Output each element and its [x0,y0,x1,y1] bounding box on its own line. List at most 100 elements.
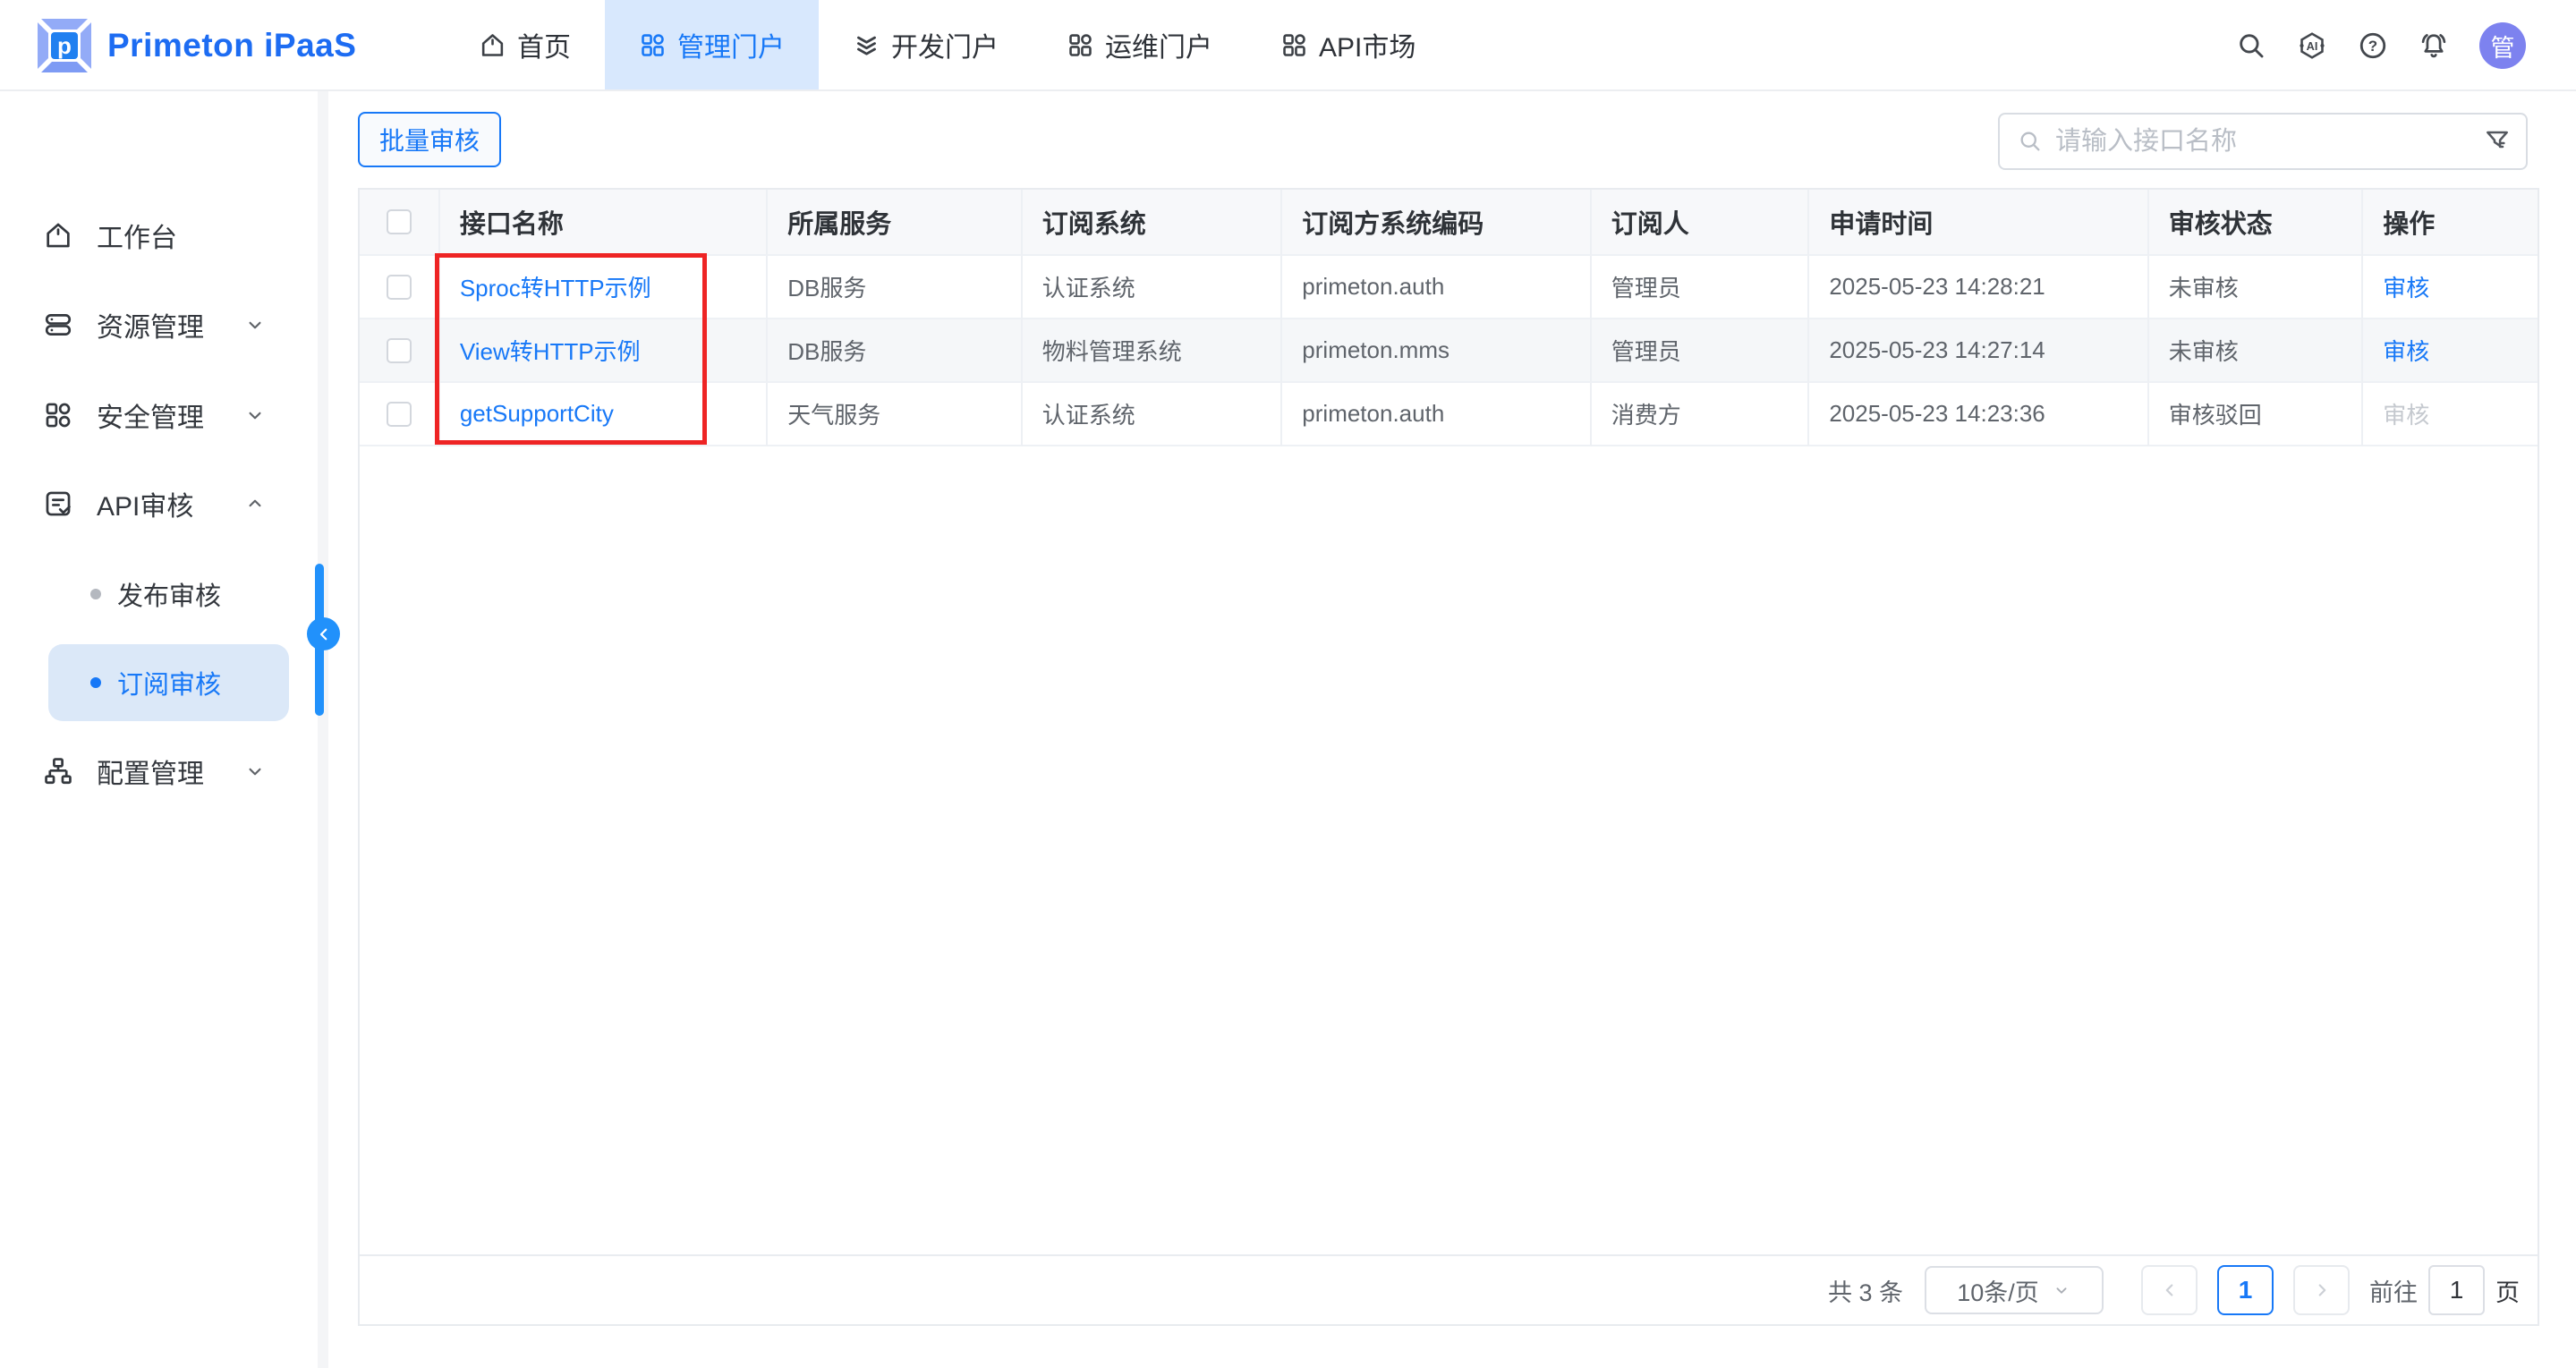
sidebar-item-config[interactable]: 配置管理 [0,746,328,796]
row-checkbox[interactable] [387,275,412,300]
select-all-checkbox[interactable] [387,209,412,234]
table-header-row: 接口名称 所属服务 订阅系统 订阅方系统编码 订阅人 申请时间 审核状态 操作 [360,190,2538,256]
table-empty-area [360,446,2538,1254]
interface-name-link[interactable]: Sproc转HTTP示例 [460,270,651,303]
brand[interactable]: p Primeton iPaaS [36,0,356,91]
nav-item-admin-portal[interactable]: 管理门户 [605,0,819,89]
batch-review-button[interactable]: 批量审核 [358,112,501,167]
chevron-down-icon [2052,1280,2071,1300]
search-icon[interactable] [2236,30,2266,61]
status-cell: 未审核 [2149,319,2364,383]
chevron-down-icon [243,313,267,336]
system-cell: 认证系统 [1023,383,1283,446]
svg-text:AI: AI [2307,39,2318,53]
chevron-down-icon [243,404,267,427]
header-select-all-cell [360,190,440,256]
grid-icon [1067,31,1094,59]
row-select-cell [360,319,440,383]
review-action-link[interactable]: 审核 [2383,270,2429,303]
help-icon[interactable]: ? [2358,30,2388,61]
status-cell: 审核驳回 [2149,383,2364,446]
sidebar-item-workbench[interactable]: 工作台 [0,210,328,260]
column-header: 接口名称 [440,190,768,256]
sidebar-item-label: API审核 [97,484,193,523]
home-icon [43,220,73,251]
sidebar-collapse-button[interactable] [307,617,340,650]
review-action-disabled: 审核 [2383,397,2429,430]
avatar-text: 管 [2491,29,2515,64]
subscription-review-table: 接口名称 所属服务 订阅系统 订阅方系统编码 订阅人 申请时间 审核状态 操作 … [358,188,2539,1326]
filter-funnel-icon[interactable] [2483,127,2512,156]
chevron-right-icon [2312,1280,2332,1300]
system-cell: 物料管理系统 [1023,319,1283,383]
column-header: 申请时间 [1809,190,2148,256]
sidebar-subitem-publish-review[interactable]: 发布审核 [0,569,328,619]
primeton-logo-icon: p [36,17,93,74]
subscriber-cell: 管理员 [1592,319,1810,383]
interface-name-link[interactable]: getSupportCity [460,400,614,428]
service-cell: 天气服务 [768,383,1023,446]
chevron-down-icon [243,760,267,783]
prev-page-button [2141,1265,2198,1315]
sidebar-scrollbar-track[interactable] [318,91,328,1368]
audit-document-icon [43,489,73,519]
service-cell: DB服务 [768,319,1023,383]
page-size-select[interactable]: 10条/页 [1925,1266,2104,1314]
nav-item-label: API市场 [1319,25,1416,64]
ai-assistant-icon[interactable]: AI [2297,30,2327,61]
sidebar-item-resources[interactable]: 资源管理 [0,300,328,350]
sidebar-item-label: 配置管理 [97,752,204,791]
sidebar-item-api-review[interactable]: API审核 [0,479,328,529]
top-bar-actions: AI ? 管 [2236,0,2526,91]
nav-item-api-market[interactable]: API市场 [1246,0,1450,89]
table-row: View转HTTP示例 DB服务 物料管理系统 primeton.mms 管理员… [360,319,2538,383]
subscriber-cell: 消费方 [1592,383,1810,446]
nav-item-home[interactable]: 首页 [445,0,605,89]
bullet-dot-icon [90,677,101,688]
row-checkbox[interactable] [387,402,412,427]
sidebar-item-label: 安全管理 [97,395,204,435]
nav-item-label: 管理门户 [677,25,785,64]
column-header: 订阅方系统编码 [1282,190,1591,256]
system-code-cell: primeton.mms [1282,319,1591,383]
interface-name-link[interactable]: View转HTTP示例 [460,334,641,367]
chevron-left-icon [316,626,332,642]
page-unit-label: 页 [2495,1273,2520,1308]
nav-item-label: 首页 [517,25,571,64]
system-cell: 认证系统 [1023,256,1283,319]
goto-label: 前往 [2369,1273,2418,1308]
review-action-link[interactable]: 审核 [2383,334,2429,367]
row-checkbox[interactable] [387,338,412,363]
pagination-total: 共 3 条 [1828,1273,1903,1308]
nav-item-ops-portal[interactable]: 运维门户 [1033,0,1246,89]
sidebar-item-label: 资源管理 [97,305,204,344]
column-header: 审核状态 [2149,190,2364,256]
bullet-dot-icon [90,589,101,599]
system-code-cell: primeton.auth [1282,383,1591,446]
service-cell: DB服务 [768,256,1023,319]
user-avatar[interactable]: 管 [2479,22,2526,69]
apply-time-cell: 2025-05-23 14:23:36 [1809,383,2148,446]
pagination-bar: 共 3 条 10条/页 1 前往 页 [360,1254,2538,1324]
grid-icon [639,31,667,59]
nav-item-label: 开发门户 [891,25,999,64]
sidebar-item-security[interactable]: 安全管理 [0,390,328,440]
nav-item-dev-portal[interactable]: 开发门户 [819,0,1033,89]
page-size-value: 10条/页 [1957,1273,2039,1308]
interface-name-search-input[interactable] [2055,127,2483,157]
sidebar-subitem-subscription-review[interactable]: 订阅审核 [48,644,289,721]
home-icon [479,31,506,59]
goto-page-input[interactable] [2428,1265,2485,1315]
column-header: 订阅人 [1592,190,1810,256]
apply-time-cell: 2025-05-23 14:28:21 [1809,256,2148,319]
table-row: Sproc转HTTP示例 DB服务 认证系统 primeton.auth 管理员… [360,256,2538,319]
app-window: p Primeton iPaaS 首页 管理门户 开发门户 运维门户 [0,0,2576,1368]
row-select-cell [360,256,440,319]
sitemap-icon [43,756,73,786]
page-number-current[interactable]: 1 [2217,1265,2274,1315]
server-icon [43,310,73,340]
grid-icon [1280,31,1308,59]
row-select-cell [360,383,440,446]
system-code-cell: primeton.auth [1282,256,1591,319]
notifications-icon[interactable] [2419,30,2449,61]
